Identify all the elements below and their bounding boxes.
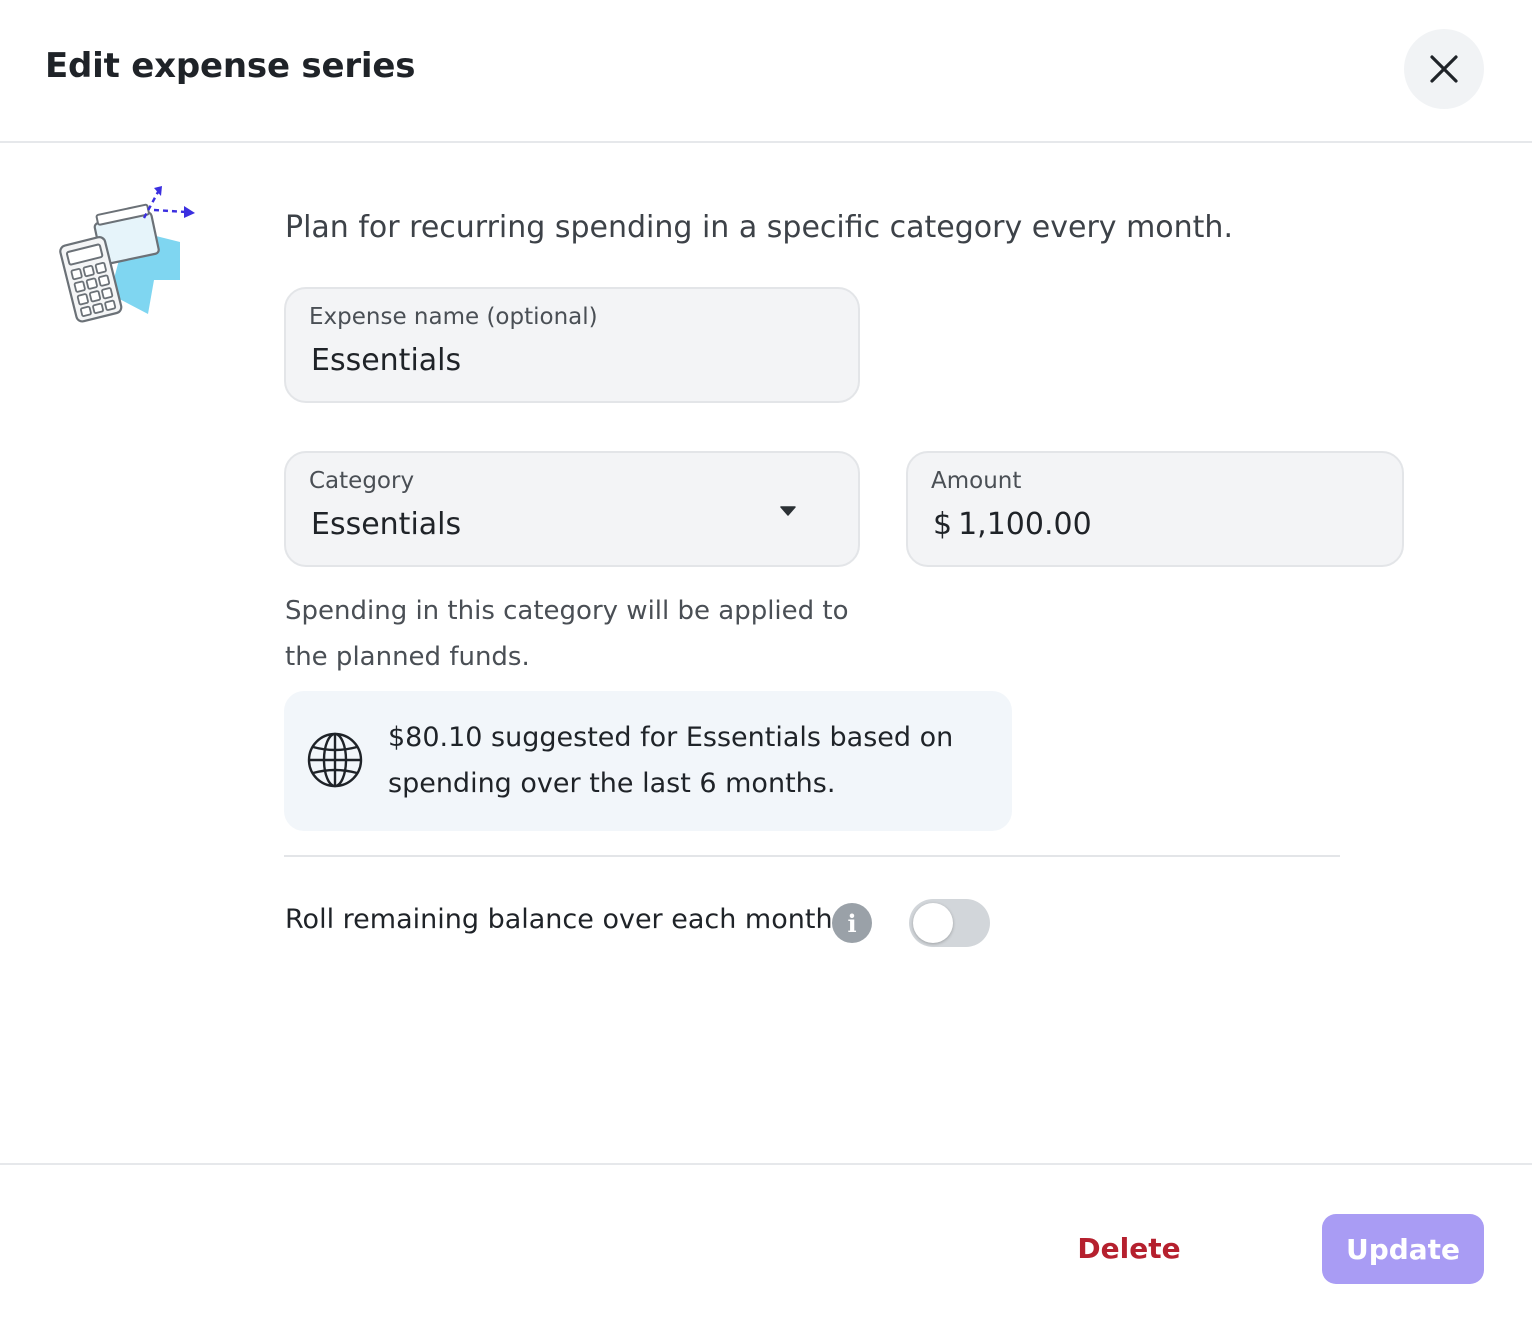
amount-input[interactable]: 1,100.00 (958, 507, 1092, 542)
update-button[interactable]: Update (1322, 1214, 1484, 1284)
amount-field[interactable]: Amount $ 1,100.00 (906, 451, 1404, 567)
category-select[interactable]: Category Essentials (284, 451, 860, 567)
toggle-knob (913, 903, 953, 943)
expense-name-input[interactable] (311, 343, 811, 378)
dialog-header: Edit expense series (0, 0, 1532, 143)
edit-expense-series-dialog: Edit expense series Plan for recurring s… (0, 0, 1532, 1326)
delete-button[interactable]: Delete (1070, 1213, 1188, 1283)
category-help-text: Spending in this category will be applie… (285, 596, 849, 672)
close-icon (1430, 55, 1458, 83)
amount-label: Amount (931, 468, 1022, 494)
calculator-cards-illustration (59, 186, 195, 323)
expense-name-field[interactable]: Expense name (optional) (284, 287, 860, 403)
amount-value-wrapper: $ 1,100.00 (933, 507, 1433, 542)
info-icon[interactable]: i (832, 903, 872, 943)
category-label: Category (309, 468, 415, 494)
rollover-toggle[interactable] (909, 899, 990, 947)
close-button[interactable] (1404, 29, 1484, 109)
currency-symbol: $ (933, 507, 953, 542)
intro-text: Plan for recurring spending in a specifi… (285, 210, 1233, 245)
dialog-title: Edit expense series (45, 46, 416, 86)
suggestion-banner: $80.10 suggested for Essentials based on… (284, 691, 1012, 831)
rollover-label: Roll remaining balance over each month. (285, 904, 842, 935)
category-value: Essentials (311, 507, 462, 542)
suggestion-text: $80.10 suggested for Essentials based on… (388, 722, 954, 799)
section-divider (284, 855, 1340, 857)
expense-name-label: Expense name (optional) (309, 304, 598, 330)
dialog-footer: Delete Update (0, 1163, 1532, 1328)
caret-down-icon (780, 506, 796, 516)
globe-icon (307, 732, 363, 788)
info-icon-glyph: i (847, 908, 857, 938)
